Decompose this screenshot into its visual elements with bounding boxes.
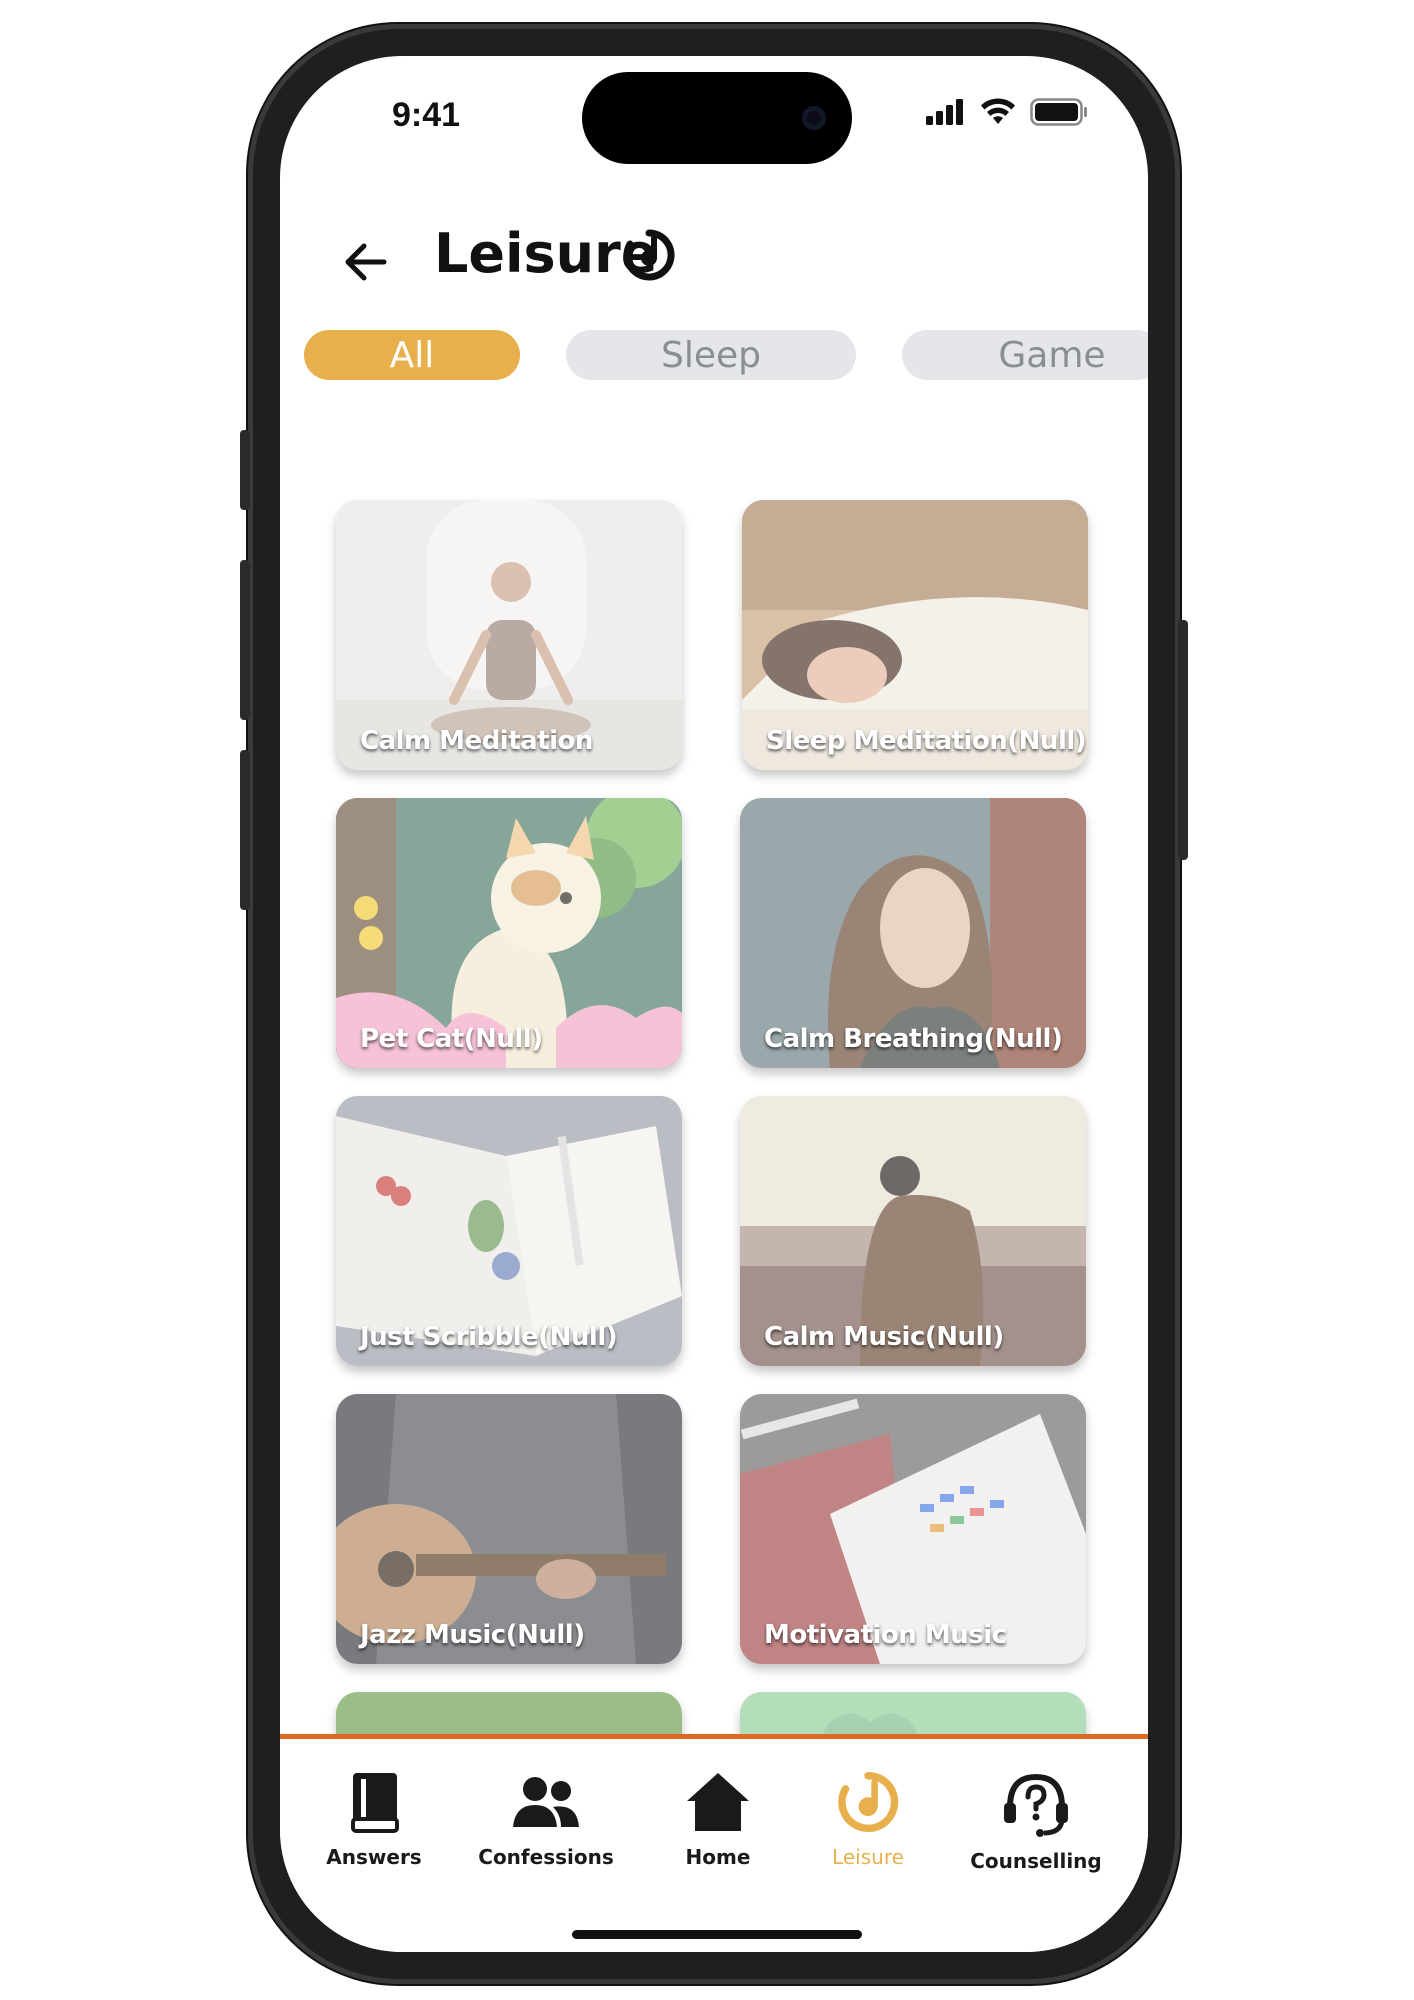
- nav-item-leisure[interactable]: Leisure: [798, 1771, 938, 1869]
- filter-chip-label: Game: [998, 334, 1106, 376]
- nav-item-answers[interactable]: Answers: [304, 1771, 444, 1869]
- battery-icon: [1030, 98, 1087, 126]
- header: Leisure: [280, 216, 1148, 306]
- headset-question-icon: [1004, 1773, 1068, 1837]
- card-partial-clover[interactable]: [740, 1692, 1086, 1734]
- card-just-scribble[interactable]: Just Scribble(Null): [336, 1096, 682, 1366]
- home-icon: [687, 1773, 749, 1831]
- nav-label: Counselling: [970, 1849, 1102, 1873]
- nav-label: Confessions: [478, 1845, 614, 1869]
- filter-chip-all[interactable]: All: [304, 330, 520, 380]
- nav-label: Answers: [326, 1845, 422, 1869]
- card-jazz-music[interactable]: Jazz Music(Null): [336, 1394, 682, 1664]
- filter-chip-label: Sleep: [660, 334, 761, 376]
- card-calm-music[interactable]: Calm Music(Null): [740, 1096, 1086, 1366]
- wifi-icon: [981, 98, 1015, 124]
- nav-item-counselling[interactable]: Counselling: [966, 1771, 1106, 1873]
- card-partial-grass[interactable]: [336, 1692, 682, 1734]
- card-calm-breathing[interactable]: Calm Breathing(Null): [740, 798, 1086, 1068]
- power-button: [1178, 620, 1188, 860]
- back-arrow-icon[interactable]: [338, 234, 394, 290]
- card-calm-meditation[interactable]: Calm Meditation: [336, 500, 682, 770]
- people-icon: [513, 1777, 579, 1827]
- filter-chip-sleep[interactable]: Sleep: [566, 330, 856, 380]
- book-icon: [351, 1773, 399, 1833]
- nav-item-home[interactable]: Home: [648, 1771, 788, 1869]
- volume-down-button: [240, 750, 250, 910]
- card-label: Sleep Meditation(Null): [766, 726, 1087, 756]
- signal-icon: [926, 99, 963, 125]
- card-label: Calm Breathing(Null): [764, 1024, 1063, 1054]
- card-label: Calm Meditation: [360, 726, 593, 756]
- app-screen: 9:41 Leisure All Sleep Game Calm Meditat…: [280, 56, 1148, 1952]
- nav-label: Leisure: [832, 1845, 904, 1869]
- card-label: Jazz Music(Null): [360, 1620, 585, 1650]
- card-motivation-music[interactable]: Motivation Music: [740, 1394, 1086, 1664]
- card-label: Just Scribble(Null): [360, 1322, 618, 1352]
- card-sleep-meditation[interactable]: Sleep Meditation(Null): [742, 500, 1088, 770]
- leisure-icon: [838, 1771, 899, 1833]
- volume-up-button: [240, 560, 250, 720]
- nav-item-confessions[interactable]: Confessions: [476, 1771, 616, 1869]
- leisure-icon: [623, 229, 675, 281]
- card-label: Calm Music(Null): [764, 1322, 1004, 1352]
- status-icons: [926, 98, 1088, 126]
- card-label: Motivation Music: [764, 1620, 1007, 1650]
- home-indicator: [572, 1930, 862, 1939]
- nav-label: Home: [685, 1845, 751, 1869]
- card-label: Pet Cat(Null): [360, 1024, 543, 1054]
- filter-chip-game[interactable]: Game: [902, 330, 1148, 380]
- activity-grid: Calm Meditation Sleep Meditation(Null) P…: [280, 440, 1148, 1734]
- bottom-nav: Answers Confessions Home Leisure Counsel…: [280, 1739, 1148, 1952]
- card-overlay: [336, 1692, 682, 1734]
- status-time: 9:41: [392, 96, 461, 134]
- filter-chip-label: All: [389, 334, 435, 376]
- mute-switch: [240, 430, 250, 510]
- card-pet-cat[interactable]: Pet Cat(Null): [336, 798, 682, 1068]
- camera-icon: [802, 106, 826, 130]
- card-overlay: [740, 1692, 1086, 1734]
- dynamic-island: [582, 72, 852, 164]
